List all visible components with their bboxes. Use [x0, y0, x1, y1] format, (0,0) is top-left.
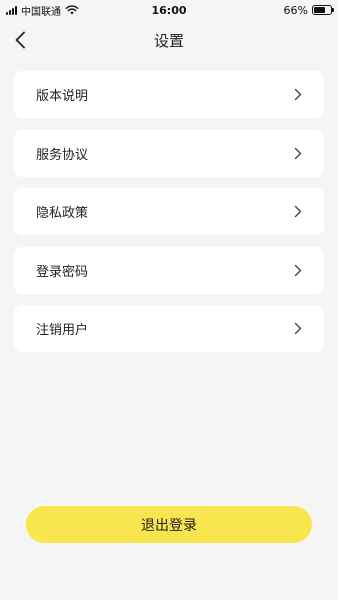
battery-percent: 66%: [283, 3, 308, 17]
menu-item-version-notes[interactable]: 版本说明: [14, 71, 324, 118]
menu-item-delete-account[interactable]: 注销用户: [14, 305, 324, 352]
chevron-right-icon: [294, 263, 304, 277]
battery-icon: [312, 5, 334, 15]
chevron-right-icon: [294, 322, 304, 336]
chevron-right-icon: [294, 205, 304, 219]
status-right: 66%: [222, 3, 334, 17]
menu-item-service-agreement[interactable]: 服务协议: [14, 129, 324, 177]
menu-item-label: 隐私政策: [36, 206, 89, 221]
settings-page: 中国联通 16:00 66% 设置 版本说明 服务协议 隐私政策 登录密码 注销…: [0, 0, 338, 600]
menu-item-privacy-policy[interactable]: 隐私政策: [14, 188, 324, 235]
chevron-right-icon: [294, 146, 304, 160]
signal-icon: [6, 5, 17, 15]
nav-bar: 设置: [0, 22, 338, 58]
wifi-icon: [65, 5, 79, 15]
back-button[interactable]: [8, 28, 32, 52]
status-left: 中国联通: [6, 3, 116, 18]
chevron-left-icon: [15, 31, 25, 49]
menu-item-label: 登录密码: [36, 264, 89, 280]
menu-item-label: 版本说明: [36, 89, 89, 104]
menu-item-login-password[interactable]: 登录密码: [14, 246, 324, 294]
menu-item-label: 注销用户: [36, 323, 89, 338]
status-time: 16:00: [151, 3, 187, 17]
logout-button[interactable]: 退出登录: [26, 506, 312, 543]
settings-menu: 版本说明 服务协议 隐私政策 登录密码 注销用户: [14, 71, 324, 364]
carrier-name: 中国联通: [21, 6, 61, 18]
chevron-right-icon: [294, 88, 304, 102]
battery-fill: [314, 7, 325, 13]
status-bar: 中国联通 16:00 66%: [0, 0, 338, 20]
page-title: 设置: [153, 31, 184, 50]
menu-item-label: 服务协议: [36, 147, 89, 163]
